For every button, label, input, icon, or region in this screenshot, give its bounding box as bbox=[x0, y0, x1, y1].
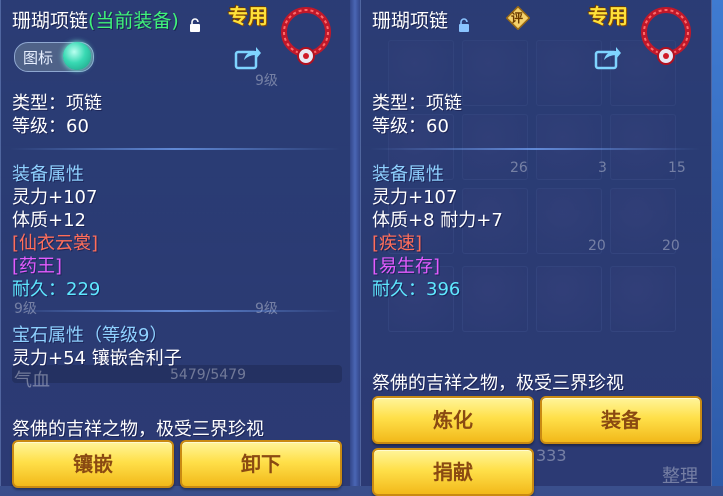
bg-level-badge: 9级 bbox=[255, 301, 278, 317]
exclusive-badge: 专用 bbox=[228, 4, 268, 28]
coral-necklace-icon bbox=[278, 6, 334, 70]
item-name: 珊瑚项链 bbox=[12, 10, 89, 32]
item-name: 珊瑚项链 bbox=[372, 10, 449, 32]
bg-count: 20 bbox=[588, 238, 606, 254]
bg-level-badge: 9级 bbox=[255, 73, 278, 89]
lock-icon bbox=[458, 15, 470, 32]
inlay-button[interactable]: 镶嵌 bbox=[12, 440, 174, 488]
section-divider bbox=[10, 148, 340, 150]
bg-count: 26 bbox=[510, 160, 528, 176]
icon-toggle-label: 图标 bbox=[23, 49, 54, 67]
equip-button[interactable]: 装备 bbox=[540, 396, 702, 444]
item-title: 珊瑚项链 bbox=[372, 6, 470, 33]
lock-icon bbox=[189, 15, 201, 32]
coral-necklace-icon bbox=[638, 6, 694, 70]
icon-toggle[interactable]: 图标 bbox=[14, 42, 94, 72]
item-title: 珊瑚项链(当前装备) bbox=[12, 6, 201, 33]
item-description: 祭佛的吉祥之物，极受三界珍视 bbox=[12, 419, 264, 440]
bg-count: 20 bbox=[662, 238, 680, 254]
exclusive-badge: 专用 bbox=[588, 4, 628, 28]
durability-label: 耐久： bbox=[372, 279, 426, 300]
donate-button[interactable]: 捐献 bbox=[372, 448, 534, 496]
section-divider bbox=[370, 148, 700, 150]
durability-value: 396 bbox=[426, 279, 461, 300]
bg-count: 15 bbox=[668, 160, 686, 176]
rate-badge-label: 评 bbox=[511, 11, 524, 25]
item-level: 等级：60 bbox=[12, 116, 89, 137]
side-tab-strip bbox=[712, 0, 723, 486]
section-divider bbox=[10, 310, 340, 312]
durability-value: 229 bbox=[66, 279, 101, 300]
unequip-button[interactable]: 卸下 bbox=[180, 440, 342, 488]
share-icon[interactable] bbox=[594, 44, 622, 70]
rate-badge-icon[interactable]: 评 bbox=[505, 5, 531, 31]
durability: 耐久：229 bbox=[12, 275, 100, 301]
bg-level-badge: 9级 bbox=[14, 301, 37, 317]
refine-button[interactable]: 炼化 bbox=[372, 396, 534, 444]
bg-sort-button: 整理 bbox=[662, 466, 698, 487]
durability-label: 耐久： bbox=[12, 279, 66, 300]
durability: 耐久：396 bbox=[372, 275, 460, 301]
gem-attr: 灵力+54 镶嵌舍利子 bbox=[12, 348, 182, 369]
item-description: 祭佛的吉祥之物，极受三界珍视 bbox=[372, 373, 624, 394]
panel-divider bbox=[350, 0, 360, 486]
bg-page-count: 333 bbox=[536, 446, 567, 465]
bg-count: 3 bbox=[598, 160, 607, 176]
toggle-knob bbox=[63, 42, 91, 70]
equipped-status: (当前装备) bbox=[88, 10, 179, 32]
share-icon[interactable] bbox=[234, 44, 262, 70]
item-level: 等级：60 bbox=[372, 116, 449, 137]
